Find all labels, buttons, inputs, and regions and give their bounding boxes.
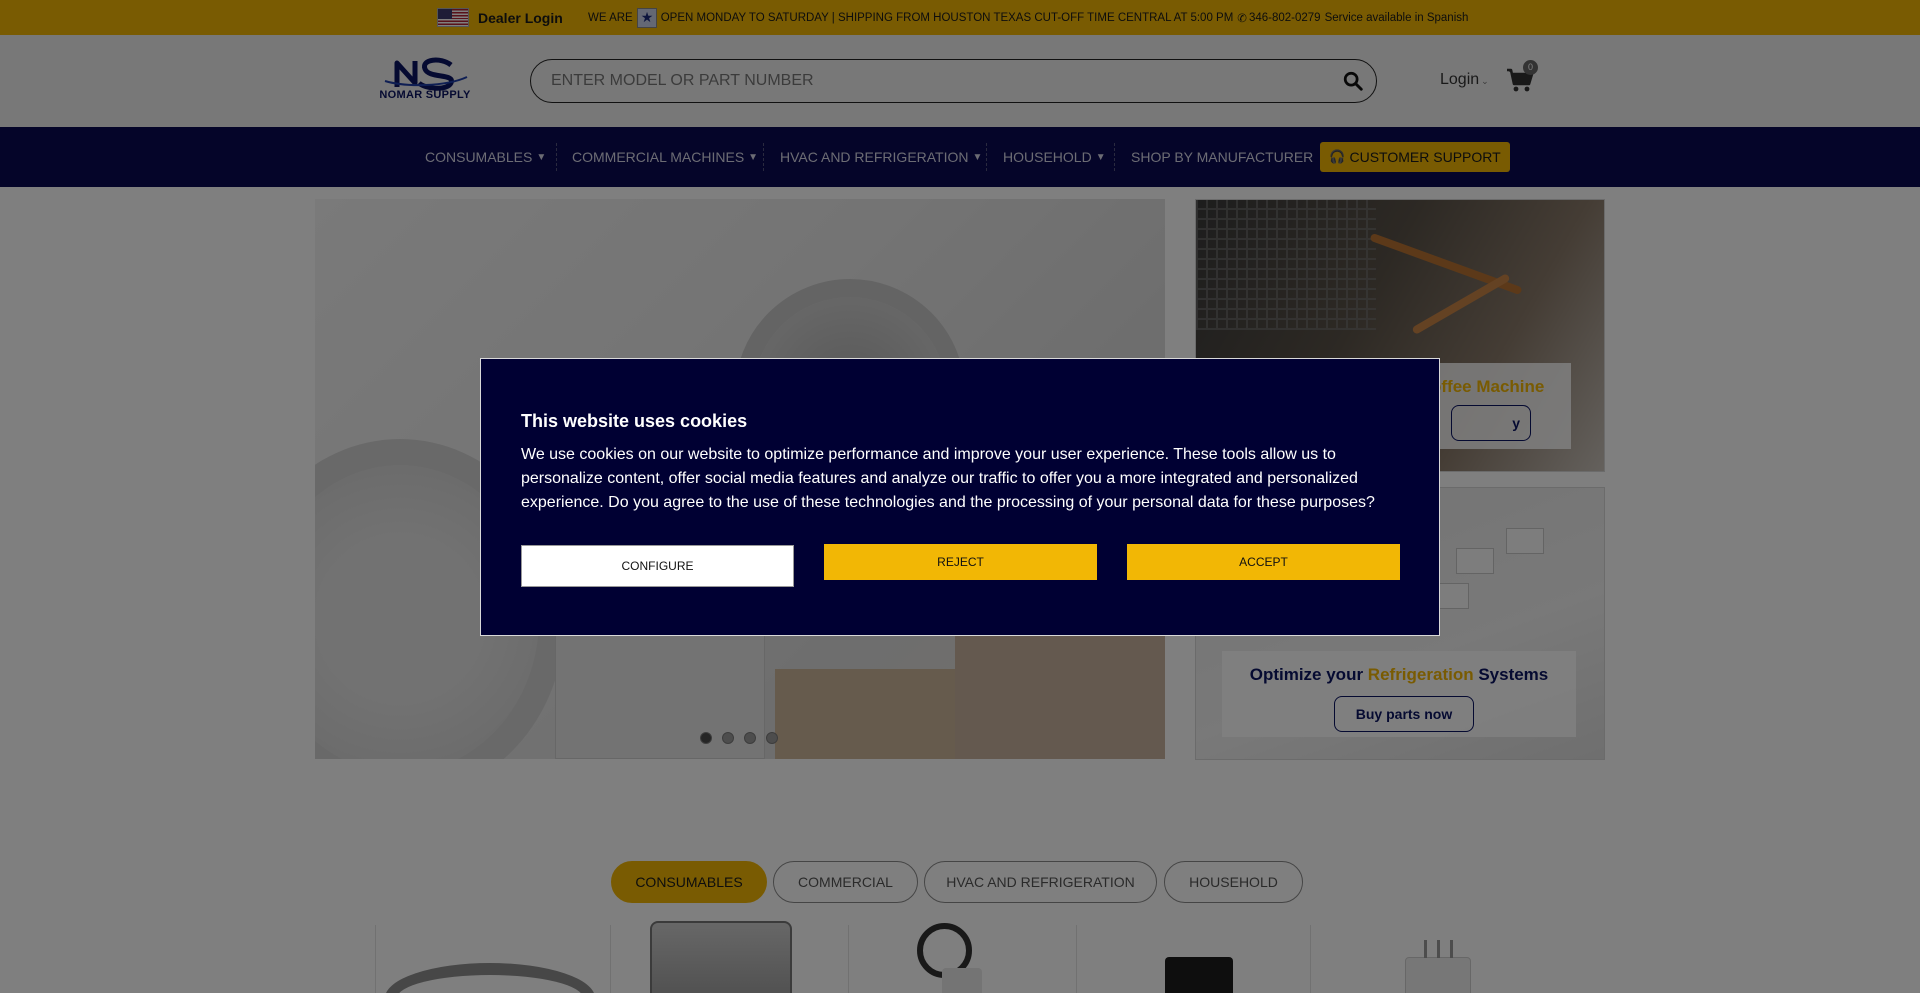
cookie-description: We use cookies on our website to optimiz… — [521, 446, 1375, 511]
accept-button[interactable]: ACCEPT — [1127, 544, 1400, 580]
configure-button[interactable]: CONFIGURE — [521, 545, 794, 587]
cookie-consent-dialog: This website uses cookies We use cookies… — [480, 358, 1440, 636]
cookie-title: This website uses cookies — [521, 411, 748, 431]
reject-button[interactable]: REJECT — [824, 544, 1097, 580]
